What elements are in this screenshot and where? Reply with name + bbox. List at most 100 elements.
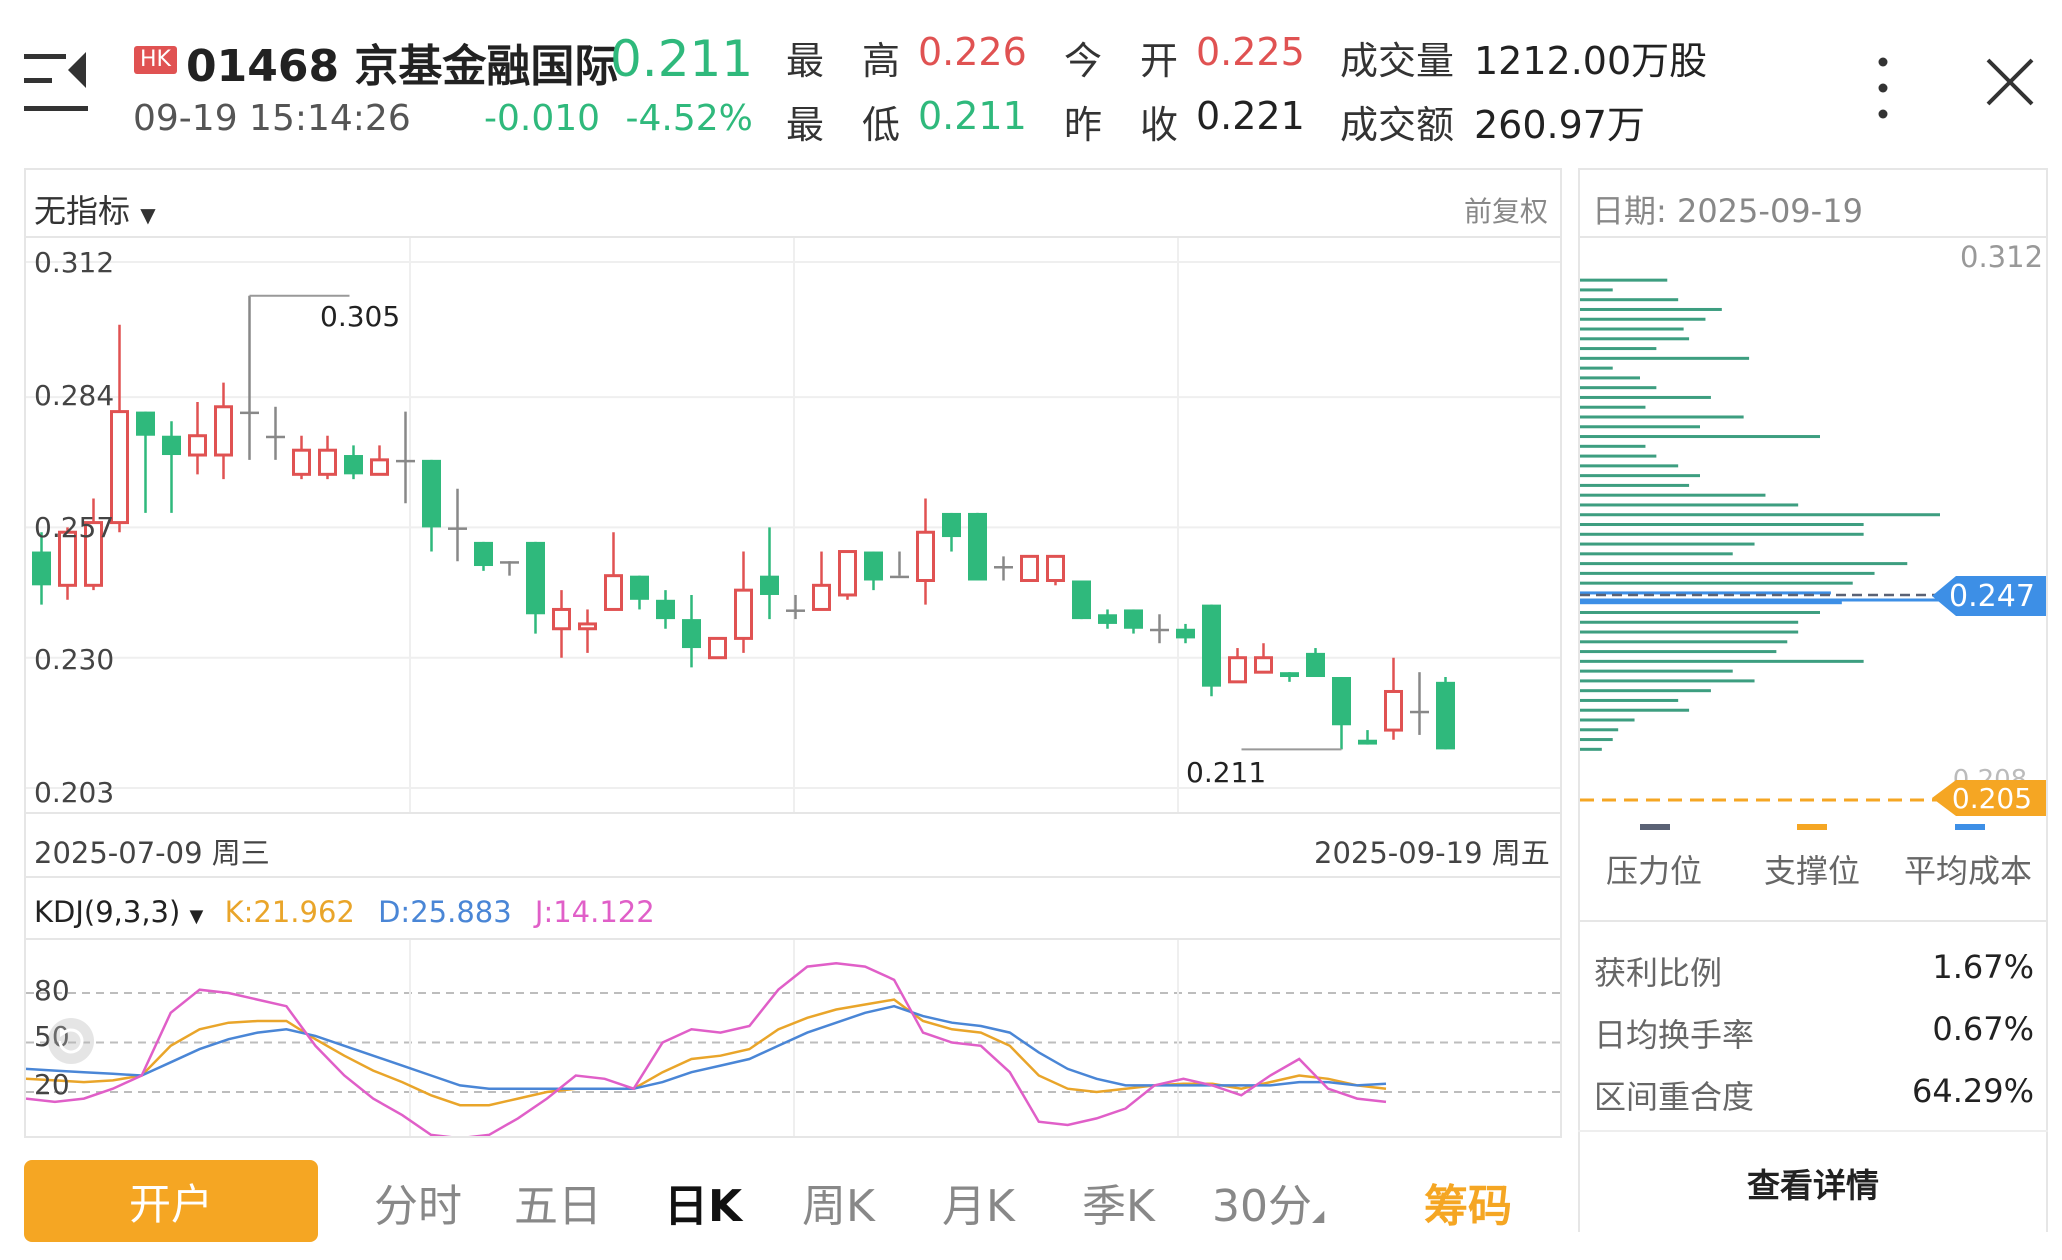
candle-body xyxy=(578,622,597,631)
candle-body xyxy=(32,551,51,586)
high-marker-label: 0.305 xyxy=(320,300,401,333)
chip-bar xyxy=(1580,483,1690,487)
chip-bar xyxy=(1580,454,1657,458)
chip-bar xyxy=(1580,307,1722,311)
candle-body xyxy=(1046,554,1065,582)
chip-bar xyxy=(1580,650,1777,654)
chip-date: 日期: 2025-09-19 xyxy=(1592,192,1863,230)
chip-bar xyxy=(1580,630,1799,634)
indicator-selector[interactable]: 无指标 ▼ xyxy=(34,186,156,232)
candle-body xyxy=(812,583,831,611)
tab-daily-k[interactable]: 日K xyxy=(664,1170,742,1234)
candle-body xyxy=(1020,554,1039,582)
candle-body xyxy=(292,448,311,476)
kdj-line-k xyxy=(26,998,1387,1107)
candlestick-chart[interactable] xyxy=(26,238,1560,812)
chip-bar xyxy=(1580,571,1875,575)
legend-support: 支撑位 xyxy=(1764,852,1861,890)
candle-body xyxy=(1332,677,1351,726)
kdj-d-value: D:25.883 xyxy=(378,895,512,929)
chip-bar xyxy=(1580,601,1842,605)
low-value: 0.211 xyxy=(918,94,1027,138)
x-end-date: 2025-09-19 周五 xyxy=(1314,836,1550,870)
legend-avg-cost: 平均成本 xyxy=(1904,852,2033,890)
candle-body xyxy=(630,575,649,600)
chip-bar xyxy=(1580,640,1788,644)
candle-body xyxy=(1280,672,1299,678)
close-icon[interactable] xyxy=(1984,56,2036,108)
chip-bar xyxy=(1580,298,1679,302)
candle-body xyxy=(708,636,727,660)
chip-bar xyxy=(1580,679,1755,683)
candle-body xyxy=(370,458,389,476)
candle-body xyxy=(1150,628,1169,632)
chip-bar xyxy=(1580,620,1799,624)
chip-bar xyxy=(1580,542,1755,546)
candle-body xyxy=(1436,681,1455,750)
chip-bar xyxy=(1580,669,1733,673)
kdj-line-j xyxy=(26,962,1387,1136)
chip-bar xyxy=(1580,395,1711,399)
tab-intraday[interactable]: 分时 xyxy=(374,1170,462,1234)
candle-body xyxy=(422,459,441,528)
pressure-legend-swatch xyxy=(1640,824,1670,830)
chip-bar xyxy=(1580,356,1750,360)
tab-weekly-k[interactable]: 周K xyxy=(802,1170,875,1234)
candle-body xyxy=(162,435,181,456)
tab-quarterly-k[interactable]: 季K xyxy=(1082,1170,1155,1234)
chip-bar xyxy=(1580,386,1657,390)
low-label: 最 低 xyxy=(786,103,901,147)
menu-icon[interactable] xyxy=(24,48,94,128)
candle-body xyxy=(994,566,1013,569)
legend-pressure: 压力位 xyxy=(1606,852,1703,890)
candle-body xyxy=(604,574,623,611)
dropdown-caret-icon: ▼ xyxy=(140,203,156,227)
chip-bar xyxy=(1580,347,1657,351)
kdj-chart[interactable] xyxy=(26,940,1560,1136)
chip-bar xyxy=(1580,288,1613,292)
adjust-mode[interactable]: 前复权 xyxy=(1464,190,1548,230)
chip-bar xyxy=(1580,728,1619,732)
support-tag-label: 0.205 xyxy=(1952,782,2032,815)
tab-chips[interactable]: 筹码 xyxy=(1424,1170,1512,1234)
candle-body xyxy=(1176,628,1195,639)
open-account-button[interactable]: 开户 xyxy=(24,1160,318,1242)
chip-bar xyxy=(1580,425,1700,429)
chip-bar xyxy=(1580,532,1864,536)
chip-bar xyxy=(1580,278,1668,282)
chip-bar xyxy=(1580,366,1613,370)
candle-body xyxy=(1410,710,1429,714)
tab-30min[interactable]: 30分◢ xyxy=(1212,1170,1324,1234)
chip-distribution-chart[interactable]: 0.247 0.208 0.205 xyxy=(1580,270,2046,820)
open-label: 今 开 xyxy=(1064,39,1179,83)
refresh-icon[interactable] xyxy=(46,1016,96,1066)
chip-bar xyxy=(1580,738,1613,742)
tab-five-day[interactable]: 五日 xyxy=(514,1170,602,1234)
overlap-label: 区间重合度 xyxy=(1594,1078,1755,1116)
indicator-label: 无指标 xyxy=(34,192,131,230)
chip-bar xyxy=(1580,503,1799,507)
change-percent: -4.52% xyxy=(625,98,753,139)
tab-monthly-k[interactable]: 月K xyxy=(942,1170,1015,1234)
candle-body xyxy=(734,588,753,640)
y-tick-label: 0.203 xyxy=(34,776,115,809)
chip-bar xyxy=(1580,337,1690,341)
view-details-button[interactable]: 查看详情 xyxy=(1578,1130,2048,1234)
candle-body xyxy=(188,434,207,457)
chip-bar xyxy=(1580,415,1744,419)
candle-body xyxy=(1306,652,1325,678)
kdj-header[interactable]: KDJ(9,3,3) ▼ K:21.962 D:25.883 J:14.122 xyxy=(34,895,655,929)
chip-bar xyxy=(1580,562,1908,566)
price-change: -0.010 -4.52% xyxy=(484,98,753,139)
candle-body xyxy=(1254,656,1273,674)
low-marker-label: 0.211 xyxy=(1186,756,1267,789)
quote-time: 09-19 15:14:26 xyxy=(133,98,411,139)
chip-bar xyxy=(1580,708,1690,712)
candle-body xyxy=(500,561,519,564)
more-icon[interactable] xyxy=(1868,54,1898,124)
candle-body xyxy=(968,512,987,581)
turnover-label: 成交额 xyxy=(1340,103,1455,147)
avg-cost-tag-label: 0.247 xyxy=(1949,579,2035,614)
profit-ratio-label: 获利比例 xyxy=(1594,954,1723,992)
turnover-rate-label: 日均换手率 xyxy=(1594,1016,1755,1054)
